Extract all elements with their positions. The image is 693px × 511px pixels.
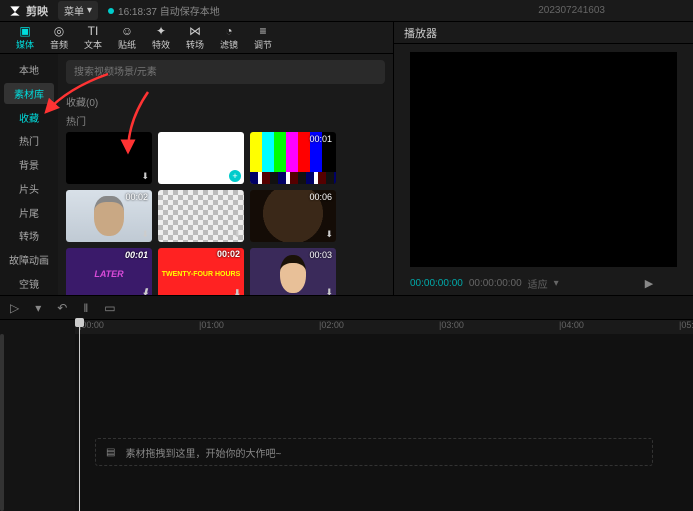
clip-duration: 00:01 (125, 250, 148, 260)
clip-duration: 00:01 (309, 134, 332, 144)
timeline-toolbar: ▷ ▾ ↶ ‖ ▭ (0, 296, 693, 320)
timeline-panel: ▷ ▾ ↶ ‖ ▭ |00:00|01:00|02:00|03:00|04:00… (0, 295, 693, 511)
timeline-body: |00:00|01:00|02:00|03:00|04:00|05:00 ▤ 素… (0, 320, 693, 511)
tab-icon: ⋈ (189, 25, 201, 37)
playhead[interactable] (79, 320, 80, 511)
timeline-ruler[interactable]: |00:00|01:00|02:00|03:00|04:00|05:00 (75, 320, 693, 334)
sidebar-item-5[interactable]: 片头 (4, 178, 54, 200)
menu-dropdown[interactable]: 菜单 ▾ (58, 1, 98, 20)
download-icon[interactable]: ⬇ (325, 287, 333, 295)
clip-duration: 00:03 (309, 250, 332, 260)
clip-grid: ⬇+00:01⬇00:02⬇⬇00:06⬇LATER00:01⬇TWENTY-F… (66, 132, 385, 295)
play-button[interactable]: ▶ (645, 277, 653, 290)
ruler-tick: |03:00 (439, 320, 464, 330)
tab-icon: TI (88, 25, 99, 37)
tab-icon: ☺ (121, 25, 133, 37)
player-canvas[interactable] (410, 52, 677, 267)
ruler-tick: |02:00 (319, 320, 344, 330)
autosave-status: 16:18:37 自动保存本地 (108, 3, 220, 18)
clip-thumbnail[interactable]: ⬇ (158, 190, 244, 242)
sidebar-item-6[interactable]: 片尾 (4, 201, 54, 223)
add-clip-button[interactable]: + (229, 170, 241, 182)
tab-调节[interactable]: ≡调节 (246, 23, 280, 53)
sidebar-item-0[interactable]: 本地 (4, 59, 54, 81)
delete-button[interactable]: ▭ (104, 301, 115, 315)
sidebar-item-1[interactable]: 素材库 (4, 83, 54, 105)
drop-hint: ▤ 素材拖拽到这里，开始你的大作吧~ (95, 438, 653, 466)
vertical-scrollbar[interactable] (0, 334, 4, 511)
clip-thumbnail[interactable]: LATER00:01⬇ (66, 248, 152, 295)
hot-heading: 热门 (66, 113, 385, 128)
sidebar-item-4[interactable]: 背景 (4, 154, 54, 176)
clip-thumbnail[interactable]: 00:01 ⬇ (250, 132, 336, 184)
favorites-heading: 收藏(0) (66, 94, 385, 109)
clip-thumbnail[interactable]: ⬇ (66, 132, 152, 184)
player-panel: 播放器 00:00:00:00 00:00:00:00 适应 ▾ ▶ (393, 22, 693, 295)
category-sidebar: 本地素材库收藏热门背景片头片尾转场故障动画空镜 (0, 54, 58, 295)
app-logo: 剪映 (8, 3, 48, 19)
download-icon[interactable]: ⬇ (233, 229, 241, 240)
sidebar-item-9[interactable]: 空镜 (4, 272, 54, 294)
clip-duration: 00:06 (309, 192, 332, 202)
clip-duration: 00:02 (125, 192, 148, 202)
download-icon[interactable]: ⬇ (325, 229, 333, 240)
media-content: 收藏(0) 热门 ⬇+00:01⬇00:02⬇⬇00:06⬇LATER00:01… (58, 54, 393, 295)
clip-thumbnail[interactable]: 00:03 ⬇ (250, 248, 336, 295)
total-time: 00:00:00:00 (469, 278, 522, 289)
tab-icon: ◎ (54, 25, 64, 37)
player-controls: 00:00:00:00 00:00:00:00 适应 ▾ ▶ (394, 271, 693, 295)
logo-icon (8, 4, 22, 18)
sidebar-item-7[interactable]: 转场 (4, 225, 54, 247)
clip-thumbnail[interactable]: 00:02 ⬇ (66, 190, 152, 242)
undo-button[interactable]: ↶ (57, 301, 67, 315)
sidebar-item-2[interactable]: 收藏 (4, 106, 54, 128)
clip-thumbnail[interactable]: 00:06 ⬇ (250, 190, 336, 242)
track-header-area (0, 320, 75, 511)
tab-贴纸[interactable]: ☺贴纸 (110, 23, 144, 53)
tab-icon: ▣ (19, 25, 30, 37)
clip-thumbnail[interactable]: TWENTY-FOUR HOURS00:02⬇ (158, 248, 244, 295)
search-input[interactable] (66, 60, 385, 84)
select-tool[interactable]: ▷ (10, 301, 19, 315)
track-area[interactable]: |00:00|01:00|02:00|03:00|04:00|05:00 ▤ 素… (75, 320, 693, 511)
tab-转场[interactable]: ⋈转场 (178, 23, 212, 53)
ruler-tick: |01:00 (199, 320, 224, 330)
current-time: 00:00:00:00 (410, 278, 463, 289)
ruler-tick: |05:00 (679, 320, 693, 330)
status-dot-icon (108, 8, 114, 14)
tab-icon: ✦ (156, 25, 166, 37)
chevron-down-icon: ▾ (554, 278, 559, 289)
cut-tool[interactable]: ‖ (83, 301, 88, 315)
ruler-tick: |04:00 (559, 320, 584, 330)
chevron-down-icon: ▾ (87, 5, 92, 16)
clip-thumbnail[interactable]: + (158, 132, 244, 184)
tab-icon: ◔ (225, 25, 232, 37)
app-name: 剪映 (26, 3, 48, 19)
tab-特效[interactable]: ✦特效 (144, 23, 178, 53)
media-panel: ▣媒体◎音频TI文本☺贴纸✦特效⋈转场◔滤镜≡调节 本地素材库收藏热门背景片头片… (0, 22, 393, 295)
sidebar-item-8[interactable]: 故障动画 (4, 249, 54, 271)
player-title: 播放器 (394, 22, 693, 44)
tab-滤镜[interactable]: ◔滤镜 (212, 23, 246, 53)
sidebar-item-3[interactable]: 热门 (4, 130, 54, 152)
project-id: 202307241603 (538, 5, 605, 16)
download-icon[interactable]: ⬇ (141, 287, 149, 295)
clip-duration: 00:02 (217, 250, 240, 259)
titlebar: 剪映 菜单 ▾ 16:18:37 自动保存本地 202307241603 (0, 0, 693, 22)
zoom-label[interactable]: 适应 (528, 276, 548, 291)
main-tabs: ▣媒体◎音频TI文本☺贴纸✦特效⋈转场◔滤镜≡调节 (0, 22, 393, 54)
tab-icon: ≡ (259, 25, 266, 37)
download-icon[interactable]: ⬇ (141, 229, 149, 240)
download-icon[interactable]: ⬇ (233, 289, 241, 295)
download-icon[interactable]: ⬇ (325, 171, 333, 182)
tab-文本[interactable]: TI文本 (76, 23, 110, 53)
clip-icon: ▤ (106, 447, 115, 458)
tab-音频[interactable]: ◎音频 (42, 23, 76, 53)
tab-媒体[interactable]: ▣媒体 (8, 23, 42, 53)
download-icon[interactable]: ⬇ (141, 171, 149, 182)
chevron-down-icon[interactable]: ▾ (35, 301, 41, 315)
